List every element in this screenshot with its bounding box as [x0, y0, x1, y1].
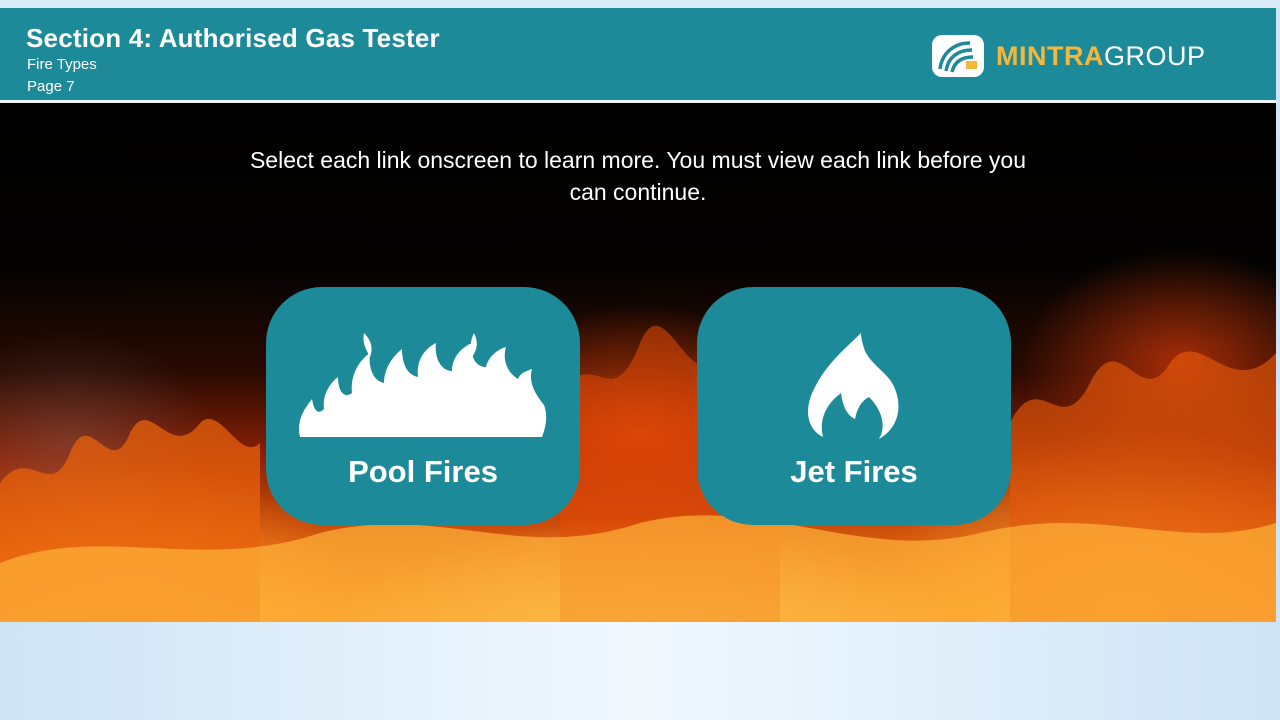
mintra-logo-icon [932, 35, 984, 77]
header-bar: Section 4: Authorised Gas Tester Fire Ty… [0, 8, 1276, 103]
logo-text-group: GROUP [1103, 40, 1206, 71]
jet-fires-button[interactable]: Jet Fires [697, 287, 1011, 525]
slide: Section 4: Authorised Gas Tester Fire Ty… [0, 8, 1276, 622]
logo-text-mintra: MINTRA [996, 40, 1104, 71]
page-subtitle: Fire Types [27, 56, 97, 73]
instruction-text: Select each link onscreen to learn more.… [249, 147, 1027, 205]
jet-fires-label: Jet Fires [790, 454, 918, 489]
pool-fires-button[interactable]: Pool Fires [266, 287, 580, 525]
mintra-logo-text: MINTRAGROUP [996, 41, 1206, 72]
top-strip [0, 0, 1280, 8]
page-number: Page 7 [27, 78, 75, 95]
section-title: Section 4: Authorised Gas Tester [26, 23, 440, 53]
mintra-logo: MINTRAGROUP [930, 33, 1206, 79]
pool-fires-label: Pool Fires [348, 454, 498, 489]
